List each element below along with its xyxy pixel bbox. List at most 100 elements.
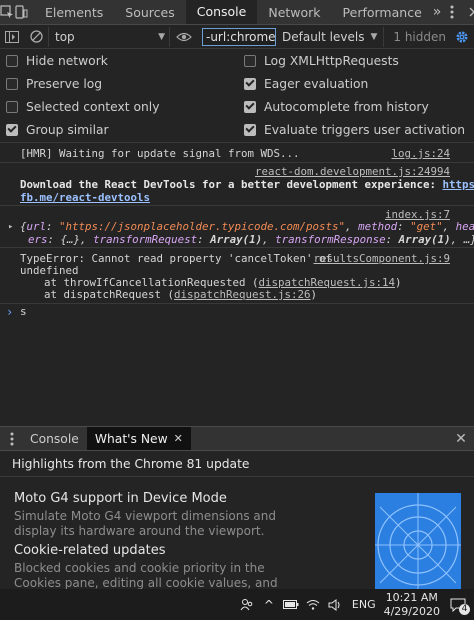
message-text: [HMR] Waiting for update signal from WDS… (20, 147, 300, 160)
windows-taskbar: ^ ENG 10:21 AM 4/29/2020 4 (0, 589, 474, 620)
more-tabs-button[interactable]: » (433, 0, 442, 24)
property-key: transformResponse (275, 233, 386, 246)
people-icon[interactable] (236, 589, 258, 620)
message-text: Download the React DevTools for a better… (20, 178, 443, 191)
drawer-tab-whats-new[interactable]: What's New ✕ (86, 427, 191, 450)
checkbox[interactable] (244, 54, 256, 67)
ellipsis: …} (463, 233, 474, 246)
message-source-link[interactable]: react-dom.development.js:24994 (255, 165, 450, 178)
drawer-menu-icon[interactable] (0, 427, 24, 450)
context-value: top (55, 29, 75, 44)
tab-console[interactable]: Console (185, 0, 258, 24)
stack-frame-link[interactable]: dispatchRequest.js:26 (174, 288, 311, 301)
show-hidden-icons-chevron-icon[interactable]: ^ (258, 589, 280, 620)
whats-new-item-title[interactable]: Cookie-related updates (14, 543, 166, 558)
checkbox-checked[interactable] (244, 100, 256, 113)
comma: , (262, 233, 276, 246)
wifi-icon[interactable] (302, 589, 324, 620)
show-sidebar-icon[interactable] (0, 25, 24, 49)
checkbox[interactable] (6, 100, 18, 113)
colon: : (385, 233, 399, 246)
checkbox[interactable] (6, 77, 18, 90)
checkbox[interactable] (6, 54, 18, 67)
console-settings-gear-icon[interactable] (450, 25, 474, 49)
console-message: [HMR] Waiting for update signal from WDS… (0, 143, 474, 163)
clock-time: 10:21 AM (385, 590, 438, 604)
setting-preserve-log[interactable]: Preserve log (6, 72, 102, 95)
console-toolbar: top ▼ -url:chrome ✕ Default levels ▼ 1 h… (0, 25, 474, 49)
console-input[interactable]: s (20, 305, 27, 318)
more-options-icon[interactable] (441, 5, 463, 19)
comma: , (80, 233, 94, 246)
expand-arrow-icon[interactable]: ▸ (8, 222, 13, 232)
comma: , (345, 220, 359, 233)
volume-icon[interactable] (324, 589, 346, 620)
setting-label: Hide network (26, 53, 108, 68)
log-levels-dropdown[interactable]: Default levels ▼ (282, 26, 385, 47)
setting-label: Selected context only (26, 99, 160, 114)
property-value: "https://jsonplaceholder.typicode.com/po… (59, 220, 346, 233)
comma: , (442, 220, 456, 233)
drawer-tab-console[interactable]: Console (24, 427, 87, 450)
console-settings-panel: Hide network Log XMLHttpRequests Preserv… (0, 49, 474, 143)
drawer-tab-label: What's New (94, 431, 168, 446)
tab-performance[interactable]: Performance (332, 0, 433, 24)
close-devtools-icon[interactable] (463, 7, 474, 17)
comma: , (450, 233, 464, 246)
setting-eager-evaluation[interactable]: Eager evaluation (244, 72, 368, 95)
setting-group-similar[interactable]: Group similar (6, 118, 109, 141)
console-messages: [HMR] Waiting for update signal from WDS… (0, 143, 474, 426)
filter-text: -url:chrome (206, 29, 276, 44)
setting-label: Preserve log (26, 76, 103, 91)
setting-autocomplete-history[interactable]: Autocomplete from history (244, 95, 429, 118)
setting-hide-network[interactable]: Hide network (6, 49, 108, 72)
battery-icon[interactable] (280, 589, 302, 620)
property-value: {…} (60, 233, 81, 246)
setting-label: Log XMLHttpRequests (264, 53, 399, 68)
stack-frame: at dispatchRequest (dispatchRequest.js:2… (44, 288, 317, 301)
tab-sources[interactable]: Sources (114, 0, 185, 24)
input-language[interactable]: ENG (352, 598, 376, 611)
colon: : (397, 220, 411, 233)
tab-elements[interactable]: Elements (34, 0, 114, 24)
console-message: index.js:7 ▸ {url: "https://jsonplacehol… (0, 206, 474, 248)
message-source-link[interactable]: resultsComponent.js:9 (313, 252, 450, 265)
context-selector[interactable]: top ▼ (48, 26, 170, 47)
property-key: transformRequest (93, 233, 198, 246)
dropdown-arrow-icon: ▼ (370, 31, 378, 42)
action-center-notification-icon[interactable]: 4 (448, 595, 470, 615)
clear-console-icon[interactable] (24, 25, 48, 49)
setting-selected-context-only[interactable]: Selected context only (6, 95, 159, 118)
chrome-update-illustration (375, 493, 461, 589)
checkbox-checked[interactable] (244, 123, 256, 136)
stack-frame-text: at dispatchRequest ( (44, 288, 175, 301)
message-source-link[interactable]: log.js:24 (391, 147, 450, 160)
checkbox-checked[interactable] (6, 123, 18, 136)
setting-log-xmlhttprequests[interactable]: Log XMLHttpRequests (244, 49, 399, 72)
object-preview-line1[interactable]: {url: "https://jsonplaceholder.typicode.… (20, 220, 474, 233)
system-clock[interactable]: 10:21 AM 4/29/2020 (384, 591, 440, 619)
log-levels-label: Default levels (282, 29, 365, 44)
setting-evaluate-triggers-activation[interactable]: Evaluate triggers user activation (244, 118, 465, 141)
whats-new-item-title[interactable]: Moto G4 support in Device Mode (14, 491, 227, 506)
device-toolbar-icon[interactable] (14, 0, 28, 24)
react-devtools-link-cont[interactable]: fb.me/react-devtools (20, 191, 150, 204)
tab-network[interactable]: Network (257, 0, 331, 24)
setting-label: Group similar (26, 122, 109, 137)
console-filter-input[interactable]: -url:chrome ✕ (202, 27, 276, 46)
message-text-line: fb.me/react-devtools (20, 191, 150, 204)
close-tab-icon[interactable]: ✕ (174, 432, 183, 445)
close-drawer-icon[interactable]: ✕ (448, 427, 474, 450)
property-value: Array(1) (210, 233, 263, 246)
hidden-messages-count: 1 hidden (393, 29, 446, 44)
react-devtools-link[interactable]: https:// (443, 178, 474, 191)
whats-new-content: Moto G4 support in Device Mode Simulate … (0, 477, 474, 589)
property-key: ers (28, 233, 48, 246)
checkbox-checked[interactable] (244, 77, 256, 90)
console-prompt-icon: › (6, 305, 14, 319)
inspect-element-icon[interactable] (0, 0, 14, 24)
colon: : (47, 233, 61, 246)
live-expression-eye-icon[interactable] (170, 25, 198, 49)
colon: : (46, 220, 60, 233)
object-preview-line2[interactable]: ers: {…}, transformRequest: Array(1), tr… (28, 233, 474, 246)
